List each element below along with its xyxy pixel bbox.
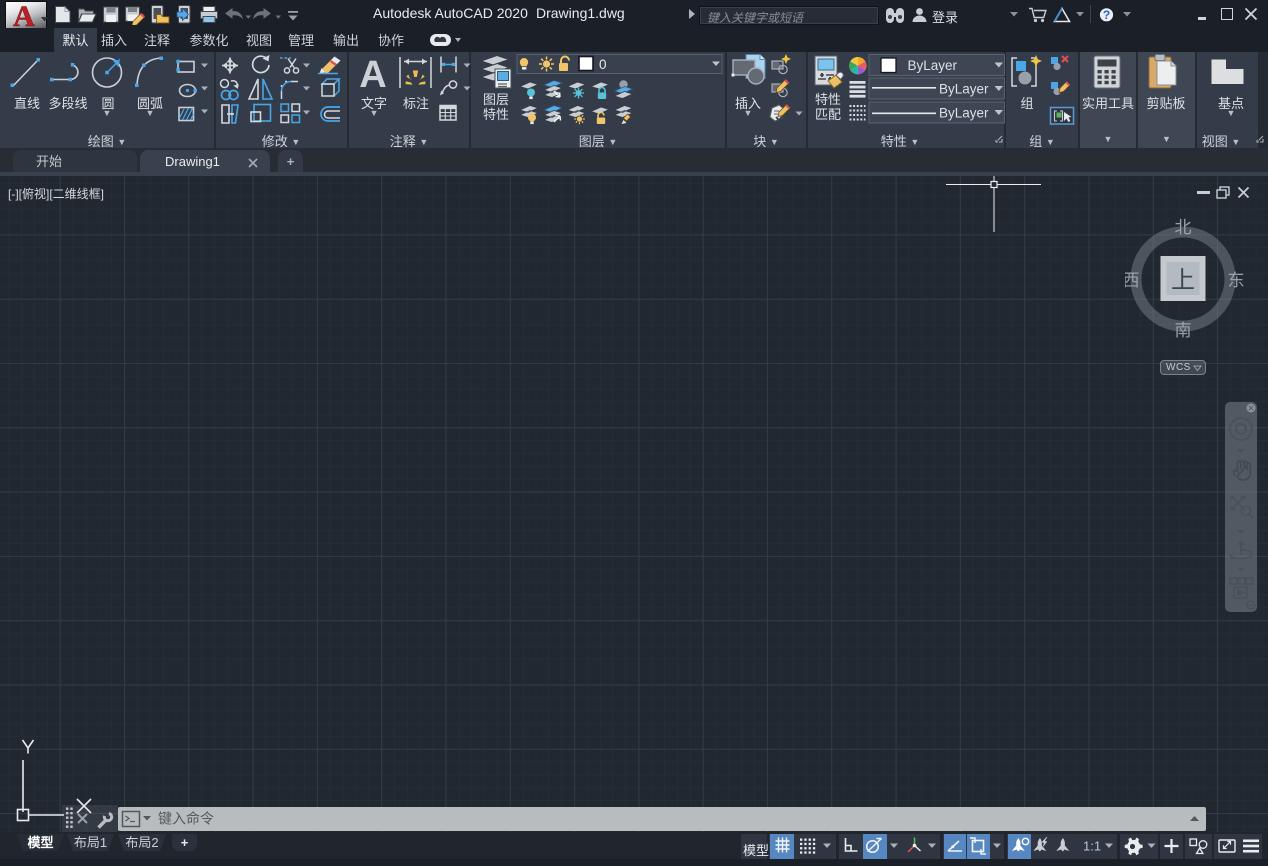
svg-text:ByLayer: ByLayer <box>939 105 989 120</box>
svg-text:?: ? <box>1103 8 1110 22</box>
svg-text:键入命令: 键入命令 <box>158 811 214 827</box>
svg-text:北: 北 <box>1175 218 1192 237</box>
svg-text:ByLayer: ByLayer <box>939 81 989 96</box>
svg-text:南: 南 <box>1175 321 1192 340</box>
svg-text:上: 上 <box>1171 267 1195 294</box>
svg-text:0: 0 <box>599 57 607 72</box>
svg-text:1:1: 1:1 <box>1083 839 1101 854</box>
svg-text:西: 西 <box>1125 271 1140 290</box>
svg-text:A: A <box>13 1 35 29</box>
svg-text:A: A <box>359 54 386 96</box>
svg-text:ByLayer: ByLayer <box>908 58 958 73</box>
svg-text:东: 东 <box>1228 271 1245 290</box>
